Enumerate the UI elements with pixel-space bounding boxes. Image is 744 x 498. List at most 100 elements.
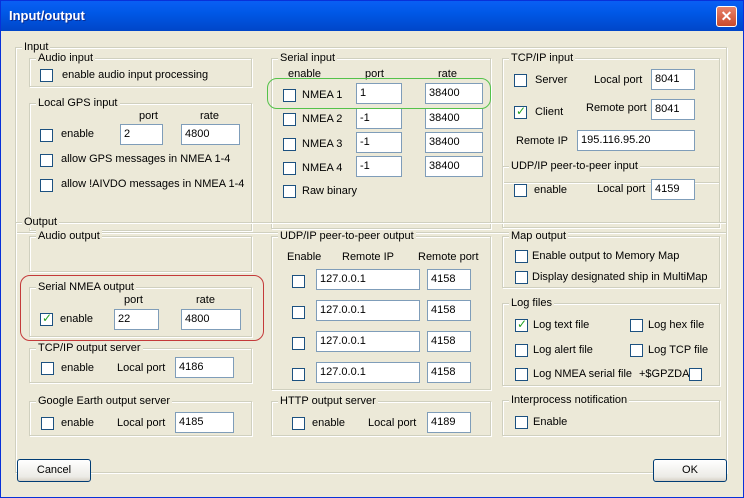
- http-local-port-label: Local port: [368, 417, 417, 429]
- gps-enable-checkbox[interactable]: [40, 129, 53, 142]
- raw-binary-checkbox[interactable]: [283, 185, 296, 198]
- udp-out-row1-ip-input[interactable]: 127.0.0.1: [316, 269, 420, 290]
- tcp-out-local-port-label: Local port: [117, 362, 166, 374]
- nmea2-rate-input[interactable]: 38400: [425, 108, 483, 129]
- gps-port-input[interactable]: 2: [120, 124, 163, 145]
- udp-out-row2-checkbox[interactable]: [292, 306, 305, 319]
- cancel-button[interactable]: Cancel: [17, 459, 91, 482]
- udp-out-row1-checkbox[interactable]: [292, 275, 305, 288]
- http-local-port-input[interactable]: 4189: [427, 412, 471, 433]
- nmea4-label: NMEA 4: [302, 162, 343, 174]
- raw-binary-label: Raw binary: [302, 185, 358, 197]
- interprocess-label: Interprocess notification: [509, 394, 630, 406]
- udp-out-row3-port-input[interactable]: 4158: [427, 331, 471, 352]
- log-files-label: Log files: [509, 297, 554, 309]
- tcp-output-server-label: TCP/IP output server: [36, 342, 143, 354]
- dialog-body: Input Audio input enable audio input pro…: [5, 31, 739, 493]
- tcp-local-port-input[interactable]: 8041: [651, 69, 695, 90]
- udp-out-row3-checkbox[interactable]: [292, 337, 305, 350]
- audio-input-group: Audio input enable audio input processin…: [29, 52, 252, 87]
- gps-port-header: port: [139, 110, 158, 122]
- google-earth-server-label: Google Earth output server: [36, 395, 173, 407]
- log-nmea-label: Log NMEA serial file: [533, 368, 633, 380]
- udp-input-enable-checkbox[interactable]: [514, 184, 527, 197]
- tcp-input-label: TCP/IP input: [509, 52, 576, 64]
- nmea4-rate-input[interactable]: 38400: [425, 156, 483, 177]
- interprocess-enable-checkbox[interactable]: [515, 416, 528, 429]
- udp-out-row2-port-input[interactable]: 4158: [427, 300, 471, 321]
- ge-enable-checkbox[interactable]: [41, 417, 54, 430]
- google-earth-server-group: Google Earth output server enable Local …: [29, 395, 252, 436]
- http-enable-checkbox[interactable]: [292, 417, 305, 430]
- audio-output-group: Audio output: [29, 230, 252, 272]
- audio-input-checkbox[interactable]: [40, 69, 53, 82]
- map-output-group: Map output Enable output to Memory Map D…: [502, 230, 720, 288]
- nmea3-port-input[interactable]: -1: [356, 132, 402, 153]
- map-output-label: Map output: [509, 230, 569, 242]
- ok-button[interactable]: OK: [653, 459, 727, 482]
- nmea2-checkbox[interactable]: [283, 113, 296, 126]
- udp-out-row3-ip-input[interactable]: 127.0.0.1: [316, 331, 420, 352]
- log-nmea-checkbox[interactable]: [515, 368, 528, 381]
- udp-out-row4-port-input[interactable]: 4158: [427, 362, 471, 383]
- log-files-group: Log files Log text file Log hex file Log…: [502, 297, 720, 386]
- tcp-server-checkbox[interactable]: [514, 74, 527, 87]
- http-server-group: HTTP output server enable Local port 418…: [271, 395, 491, 436]
- gpzda-checkbox[interactable]: [689, 368, 702, 381]
- tcp-out-enable-label: enable: [61, 362, 95, 374]
- tcp-remote-ip-label: Remote IP: [516, 135, 568, 147]
- tcp-remote-port-input[interactable]: 8041: [651, 99, 695, 120]
- log-text-checkbox[interactable]: [515, 317, 528, 332]
- udp-out-enable-header: Enable: [287, 251, 322, 263]
- tcp-local-port-label: Local port: [594, 74, 643, 86]
- udp-input-label: UDP/IP peer-to-peer input: [509, 160, 640, 172]
- nmea4-port-input[interactable]: -1: [356, 156, 402, 177]
- udp-out-row4-checkbox[interactable]: [292, 368, 305, 381]
- tcp-remote-port-label: Remote port: [586, 102, 647, 114]
- tcp-out-enable-checkbox[interactable]: [41, 362, 54, 375]
- log-hex-label: Log hex file: [648, 319, 705, 331]
- udp-out-remote-ip-header: Remote IP: [342, 251, 394, 263]
- title-bar[interactable]: Input/output ✕: [1, 1, 743, 31]
- udp-out-row2-ip-input[interactable]: 127.0.0.1: [316, 300, 420, 321]
- ge-local-port-label: Local port: [117, 417, 166, 429]
- nmea3-rate-input[interactable]: 38400: [425, 132, 483, 153]
- udp-out-row1-port-input[interactable]: 4158: [427, 269, 471, 290]
- log-tcp-label: Log TCP file: [648, 344, 709, 356]
- audio-input-enable-label: enable audio input processing: [62, 69, 209, 81]
- serial-input-label: Serial input: [278, 52, 338, 64]
- log-alert-label: Log alert file: [533, 344, 593, 356]
- close-icon[interactable]: ✕: [716, 6, 737, 27]
- udp-out-remote-port-header: Remote port: [418, 251, 479, 263]
- log-alert-checkbox[interactable]: [515, 344, 528, 357]
- serial-nmea-highlight: [20, 275, 264, 341]
- memory-map-label: Enable output to Memory Map: [532, 250, 680, 262]
- ge-enable-label: enable: [61, 417, 95, 429]
- tcp-out-local-port-input[interactable]: 4186: [175, 357, 234, 378]
- udp-out-row4-ip-input[interactable]: 127.0.0.1: [316, 362, 420, 383]
- interprocess-group: Interprocess notification Enable: [502, 394, 720, 436]
- allow-gps-checkbox[interactable]: [40, 154, 53, 167]
- log-hex-checkbox[interactable]: [630, 319, 643, 332]
- tcp-remote-ip-input[interactable]: 195.116.95.20: [577, 130, 695, 151]
- multimap-checkbox[interactable]: [515, 271, 528, 284]
- interprocess-enable-label: Enable: [533, 416, 568, 428]
- gps-enable-label: enable: [61, 128, 95, 140]
- udp-output-label: UDP/IP peer-to-peer output: [278, 230, 416, 242]
- http-enable-label: enable: [312, 417, 346, 429]
- gpzda-label: +$GPZDA: [639, 368, 690, 380]
- udp-input-local-port-input[interactable]: 4159: [651, 179, 695, 200]
- ge-local-port-input[interactable]: 4185: [175, 412, 234, 433]
- log-text-label: Log text file: [533, 319, 590, 331]
- input-output-dialog: Input/output ✕ Input Audio input enable …: [0, 0, 744, 498]
- http-server-label: HTTP output server: [278, 395, 378, 407]
- nmea4-checkbox[interactable]: [283, 162, 296, 175]
- tcp-client-checkbox[interactable]: [514, 104, 527, 119]
- allow-aivdo-checkbox[interactable]: [40, 179, 53, 192]
- gps-rate-input[interactable]: 4800: [181, 124, 240, 145]
- udp-output-group: UDP/IP peer-to-peer output Enable Remote…: [271, 230, 491, 390]
- nmea3-checkbox[interactable]: [283, 138, 296, 151]
- memory-map-checkbox[interactable]: [515, 250, 528, 263]
- log-tcp-checkbox[interactable]: [630, 344, 643, 357]
- nmea2-port-input[interactable]: -1: [356, 108, 402, 129]
